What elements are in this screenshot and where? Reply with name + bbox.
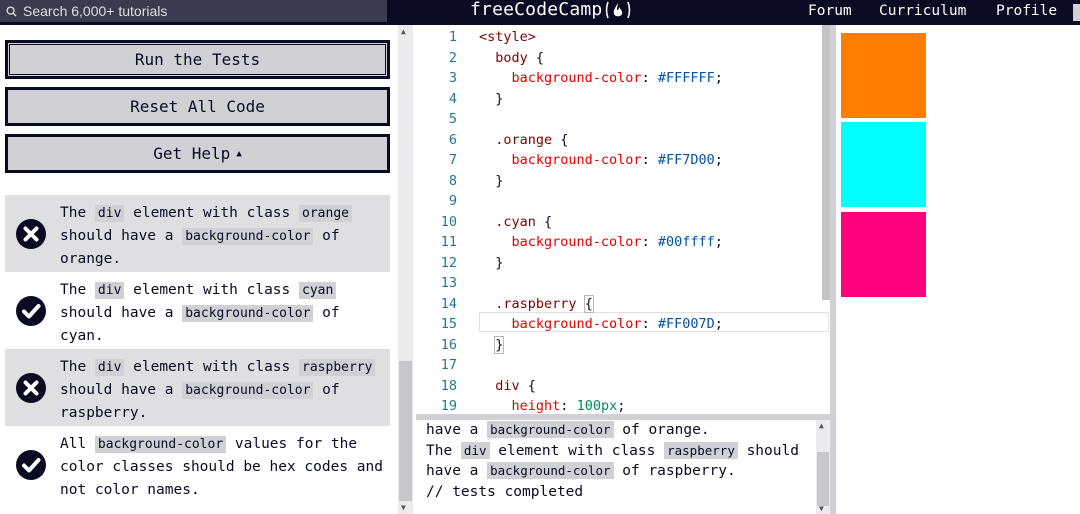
console-scrollbar[interactable]: ▲ ▼ (816, 420, 830, 514)
run-tests-label: Run the Tests (134, 50, 261, 69)
brand-text: freeCodeCamp (470, 0, 603, 20)
console-line: have a background-color of raspberry. (426, 462, 736, 479)
test-text: All background-color values for the colo… (60, 436, 384, 498)
code-line: 14 .raspberry { (440, 294, 594, 313)
orange-box (841, 33, 926, 118)
nav-link-curriculum[interactable]: Curriculum (879, 3, 966, 19)
console-line: // tests completed (426, 483, 584, 500)
code-line: 1 <style> (448, 29, 536, 45)
reset-code-label: Reset All Code (130, 97, 265, 116)
scroll-down-icon[interactable]: ▼ (819, 504, 824, 513)
cyan-box (841, 122, 926, 207)
nav-link-forum[interactable]: Forum (808, 3, 852, 19)
reset-code-button[interactable]: Reset All Code (5, 87, 390, 126)
editor-scrollbar[interactable] (822, 25, 830, 300)
code-line: 3 background-color: #FFFFFF; (448, 70, 723, 86)
nav-link-profile[interactable]: Profile (996, 3, 1057, 19)
scroll-down-icon[interactable]: ▼ (401, 503, 406, 512)
code-line: 18 div { (440, 377, 536, 394)
flame-icon (606, 1, 631, 18)
test-item: The div element with class raspberry sho… (5, 349, 390, 426)
code-line: 8 } (448, 172, 504, 189)
instructions-panel: Run the Tests Reset All Code Get Help ▲ … (0, 25, 398, 514)
code-line: 7 background-color: #FF7D00; (448, 152, 723, 168)
caret-up-icon: ▲ (236, 148, 242, 159)
preview-pane (836, 25, 1080, 514)
code-line: 16 } (440, 335, 505, 354)
test-item: All background-color values for the colo… (5, 426, 390, 503)
fail-icon (15, 218, 46, 249)
search-placeholder: Search 6,000+ tutorials (23, 3, 168, 19)
test-item: The div element with class cyan should h… (5, 272, 390, 349)
code-line: 11 background-color: #00ffff; (440, 234, 723, 250)
code-line: 2 body { (448, 49, 545, 66)
code-editor[interactable]: 1 <style> 2 body { 3 background-color: #F… (416, 25, 832, 414)
raspberry-box (841, 212, 926, 297)
instructions-scrollbar[interactable]: ▲ ▼ (398, 25, 413, 514)
run-tests-button[interactable]: Run the Tests (5, 40, 390, 79)
console-line: The div element with class raspberry sho… (426, 441, 799, 459)
avatar[interactable] (1073, 4, 1080, 21)
scroll-thumb[interactable] (399, 361, 412, 501)
fail-icon (15, 372, 46, 403)
search-icon (6, 5, 17, 17)
scroll-up-icon[interactable]: ▲ (819, 421, 824, 430)
search-input[interactable]: Search 6,000+ tutorials (0, 0, 387, 22)
scroll-thumb[interactable] (817, 452, 829, 506)
code-line: 4 } (448, 90, 504, 107)
pass-icon (15, 295, 46, 326)
code-line: 19 height: 100px; (440, 398, 626, 414)
test-text: The div element with class cyan should h… (60, 282, 340, 344)
brand-logo[interactable]: freeCodeCamp (470, 0, 632, 20)
test-text: The div element with class orange should… (60, 195, 385, 272)
code-line: 9 (448, 193, 457, 209)
code-line: 13 (440, 275, 457, 291)
pass-icon (15, 449, 46, 480)
test-item: The div element with class orange should… (5, 195, 390, 272)
code-line: 6 .orange { (448, 131, 569, 148)
scroll-up-icon[interactable]: ▲ (401, 27, 406, 36)
code-line: 12 } (440, 254, 504, 271)
test-text: The div element with class raspberry sho… (60, 349, 385, 426)
console-line: have a background-color of orange. (426, 421, 710, 438)
get-help-button[interactable]: Get Help ▲ (5, 134, 390, 173)
code-line: 15 background-color: #FF007D; (440, 316, 723, 332)
code-line: 17 (440, 357, 457, 373)
top-nav: Search 6,000+ tutorials freeCodeCamp For… (0, 0, 1080, 25)
get-help-label: Get Help (153, 144, 231, 163)
code-line: 10 .cyan { (440, 213, 553, 230)
test-console: have a background-color of orange. The d… (416, 420, 818, 514)
code-line: 5 (448, 111, 457, 127)
